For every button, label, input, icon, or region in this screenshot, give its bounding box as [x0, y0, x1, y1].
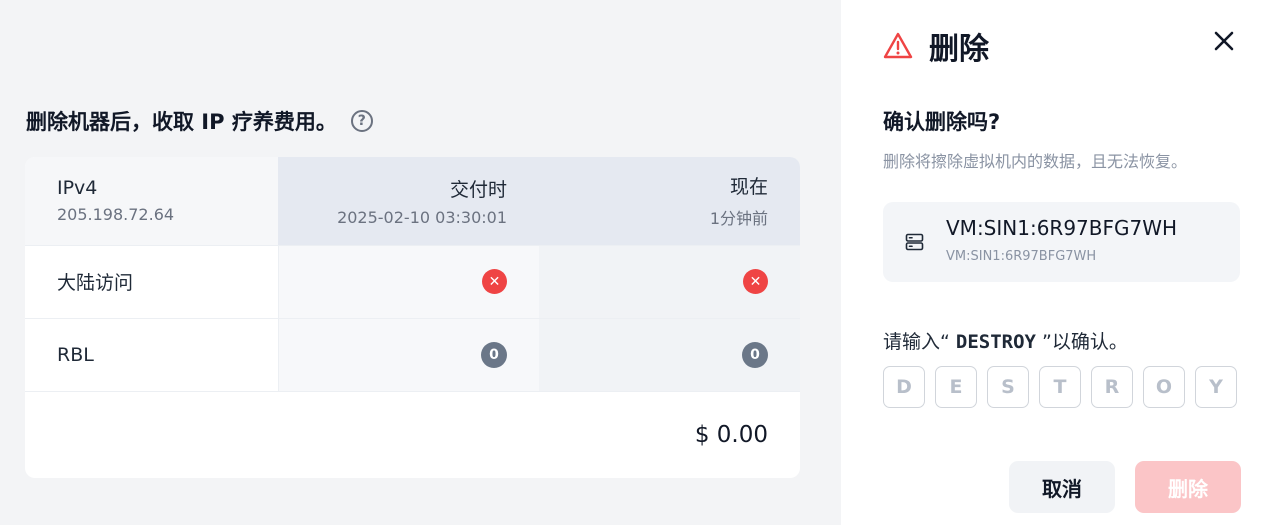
delivery-cell: 0: [278, 317, 539, 391]
destroy-prompt-prefix: 请输入“: [883, 331, 956, 353]
destroy-code: DESTROY: [955, 331, 1036, 353]
ip-address: 205.198.72.64: [57, 205, 175, 225]
confirm-description: 删除将擦除虚拟机内的数据，且无法恢复。: [883, 152, 1188, 171]
code-char-input[interactable]: [1143, 366, 1185, 408]
code-char-input[interactable]: [1195, 366, 1237, 408]
code-char-input[interactable]: [1091, 366, 1133, 408]
row-label-mainland-access: 大陆访问: [25, 244, 279, 318]
now-cell: ✕: [539, 244, 800, 318]
vm-name: VM:SIN1:6R97BFG7WH: [946, 216, 1178, 240]
now-relative-time: 1分钟前: [709, 209, 768, 229]
column-header-delivery: 交付时 2025-02-10 03:30:01: [278, 157, 539, 245]
total-amount: $ 0.00: [694, 422, 768, 448]
table-row: 大陆访问 ✕ ✕: [25, 244, 800, 318]
close-icon[interactable]: [1211, 28, 1237, 54]
total-row: $ 0.00: [25, 391, 800, 478]
count-badge: 0: [742, 341, 768, 368]
column-label: 交付时: [449, 178, 507, 201]
code-char-input[interactable]: [935, 366, 977, 408]
destroy-code-input: [883, 366, 1237, 408]
delivery-cell: ✕: [278, 244, 539, 318]
code-char-input[interactable]: [1039, 366, 1081, 408]
x-circle-icon: ✕: [743, 269, 768, 294]
fee-title: 删除机器后，收取 IP 疗养费用。: [26, 110, 337, 134]
cancel-button[interactable]: 取消: [1009, 461, 1115, 513]
row-label-rbl: RBL: [25, 317, 279, 391]
dialog-header: 删除: [883, 24, 989, 68]
table-header-row: IPv4 205.198.72.64 交付时 2025-02-10 03:30:…: [25, 157, 800, 245]
delivery-timestamp: 2025-02-10 03:30:01: [337, 207, 507, 227]
fee-panel: 删除机器后，收取 IP 疗养费用。 ? IPv4 205.198.72.64 交…: [0, 0, 841, 525]
help-icon[interactable]: ?: [350, 110, 373, 132]
code-char-input[interactable]: [987, 366, 1029, 408]
warning-icon: [883, 32, 913, 59]
fee-table-card: IPv4 205.198.72.64 交付时 2025-02-10 03:30:…: [25, 157, 800, 478]
delete-dialog: 删除 确认删除吗? 删除将擦除虚拟机内的数据，且无法恢复。 VM:SIN1:6R…: [841, 0, 1280, 525]
column-header-ipv4: IPv4 205.198.72.64: [25, 157, 278, 245]
now-cell: 0: [539, 317, 800, 391]
x-circle-icon: ✕: [482, 269, 507, 294]
fee-table: IPv4 205.198.72.64 交付时 2025-02-10 03:30:…: [25, 157, 800, 391]
code-char-input[interactable]: [883, 366, 925, 408]
column-label: IPv4: [57, 177, 98, 200]
column-header-now: 现在 1分钟前: [539, 157, 800, 245]
table-row: RBL 0 0: [25, 317, 800, 391]
dialog-title: 删除: [929, 32, 989, 67]
destroy-prompt: 请输入“ DESTROY ”以确认。: [883, 327, 1128, 354]
count-badge: 0: [481, 341, 507, 368]
vm-card: VM:SIN1:6R97BFG7WH VM:SIN1:6R97BFG7WH: [883, 202, 1240, 282]
destroy-prompt-suffix: ”以确认。: [1035, 331, 1128, 353]
delete-button[interactable]: 删除: [1135, 461, 1241, 513]
fee-section-header: 删除机器后，收取 IP 疗养费用。 ?: [26, 106, 373, 136]
confirm-question: 确认删除吗?: [883, 110, 1001, 134]
vm-id: VM:SIN1:6R97BFG7WH: [946, 249, 1097, 264]
server-icon: [905, 233, 924, 251]
column-label: 现在: [729, 176, 768, 199]
